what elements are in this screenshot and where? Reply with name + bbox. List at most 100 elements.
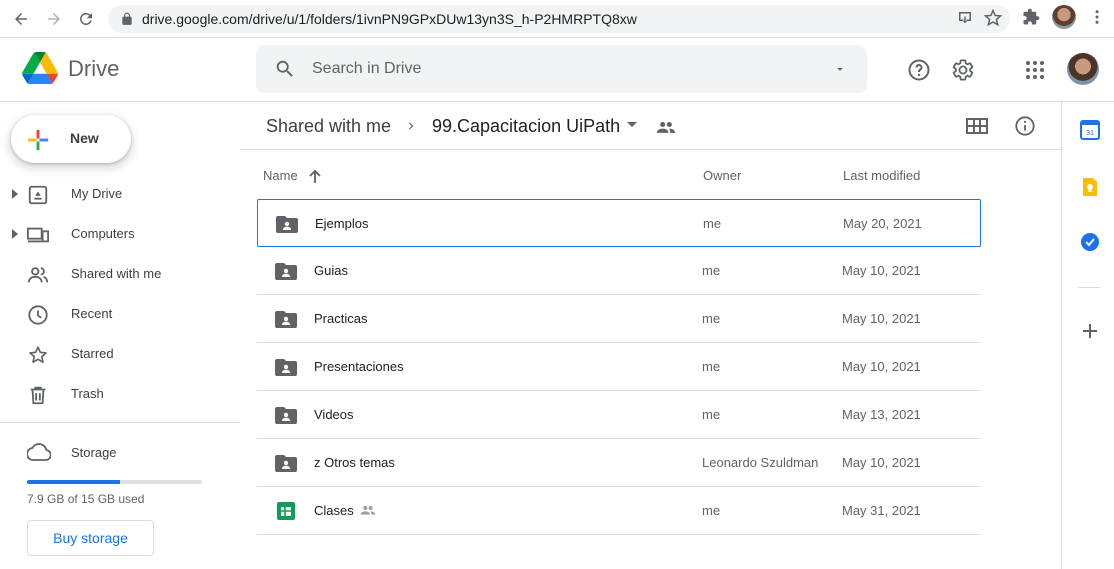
search-input[interactable] xyxy=(312,55,792,83)
file-owner: me xyxy=(702,359,721,374)
file-last-modified: May 10, 2021 xyxy=(842,455,921,470)
shared-folder-icon xyxy=(275,455,297,472)
file-last-modified: May 10, 2021 xyxy=(842,311,921,326)
settings-icon[interactable] xyxy=(951,58,975,82)
sidebar-item-label: Starred xyxy=(71,346,114,361)
cloud-icon xyxy=(27,443,51,461)
shared-folder-icon xyxy=(276,216,298,233)
breadcrumb-current-folder[interactable]: 99.Capacitacion UiPath xyxy=(432,116,620,137)
star-icon xyxy=(29,346,47,363)
file-last-modified: May 10, 2021 xyxy=(842,359,921,374)
file-owner: me xyxy=(702,311,721,326)
svg-text:31: 31 xyxy=(1086,130,1094,137)
table-row[interactable]: z Otros temas Leonardo Szuldman May 10, … xyxy=(257,439,981,487)
account-avatar[interactable] xyxy=(1067,53,1099,85)
sidebar-item-trash[interactable]: Trash xyxy=(0,378,232,410)
sidebar-item-label: My Drive xyxy=(71,186,123,201)
arrow-left-icon xyxy=(15,13,27,25)
storage-usage-text: 7.9 GB of 15 GB used xyxy=(27,492,145,506)
expand-caret-icon[interactable] xyxy=(11,189,19,199)
table-row[interactable]: Practicas me May 10, 2021 xyxy=(257,295,981,343)
extensions-icon[interactable] xyxy=(1022,8,1040,26)
lock-icon xyxy=(122,12,132,25)
sidebar-item-recent[interactable]: Recent xyxy=(0,298,232,330)
sidebar-item-my-drive[interactable]: My Drive xyxy=(0,178,232,210)
search-options-icon[interactable] xyxy=(833,62,847,76)
file-name: Videos xyxy=(314,407,354,422)
reload-button[interactable] xyxy=(70,3,102,35)
tasks-icon[interactable] xyxy=(1080,232,1100,252)
arrow-right-icon xyxy=(48,13,60,25)
sidebar: New My Drive Computers Shared with me Re… xyxy=(0,102,240,569)
browser-toolbar: drive.google.com/drive/u/1/folders/1ivnP… xyxy=(0,0,1114,38)
reload-icon xyxy=(79,12,92,25)
shared-folder-icon xyxy=(275,311,297,328)
storage-usage-fill xyxy=(27,480,120,484)
sidebar-item-label: Shared with me xyxy=(71,266,162,281)
column-header-name[interactable]: Name xyxy=(263,168,298,183)
info-icon[interactable] xyxy=(1014,115,1036,137)
column-header-owner: Owner xyxy=(703,168,742,183)
sidebar-item-computers[interactable]: Computers xyxy=(0,218,232,250)
url-text: drive.google.com/drive/u/1/folders/1ivnP… xyxy=(142,11,637,27)
table-row[interactable]: Guias me May 10, 2021 xyxy=(257,247,981,295)
new-button[interactable]: New xyxy=(11,115,131,163)
apps-grid-icon[interactable] xyxy=(1023,58,1047,82)
sidebar-item-label: Trash xyxy=(71,386,104,401)
computers-icon xyxy=(27,227,49,243)
calendar-icon[interactable]: 31 xyxy=(1080,120,1100,140)
star-bookmark-icon[interactable] xyxy=(984,9,1002,27)
file-name: Practicas xyxy=(314,311,368,326)
forward-button[interactable] xyxy=(38,3,70,35)
app-name: Drive xyxy=(68,56,120,81)
drive-header: Drive xyxy=(0,38,1114,102)
side-panel-divider xyxy=(1078,287,1100,288)
file-name: Ejemplos xyxy=(315,216,369,231)
file-owner: Leonardo Szuldman xyxy=(702,455,819,470)
people-icon xyxy=(27,267,49,283)
table-row[interactable]: Ejemplos me May 20, 2021 xyxy=(257,199,981,247)
file-last-modified: May 31, 2021 xyxy=(842,503,921,518)
shared-folder-icon xyxy=(275,407,297,424)
shared-folder-icon xyxy=(275,263,297,280)
storage-usage-bar xyxy=(27,480,202,484)
table-row[interactable]: Clases me May 31, 2021 xyxy=(257,487,981,535)
keep-icon[interactable] xyxy=(1080,177,1100,197)
table-row[interactable]: Presentaciones me May 10, 2021 xyxy=(257,343,981,391)
folder-menu-dropdown-icon[interactable] xyxy=(627,122,637,128)
file-owner: me xyxy=(702,503,721,518)
table-row[interactable]: Videos me May 13, 2021 xyxy=(257,391,981,439)
expand-caret-icon[interactable] xyxy=(11,229,19,239)
drive-logo-icon[interactable] xyxy=(22,52,58,84)
file-name: z Otros temas xyxy=(314,455,395,470)
address-bar[interactable]: drive.google.com/drive/u/1/folders/1ivnP… xyxy=(108,5,1010,33)
clock-icon xyxy=(28,305,48,325)
trash-icon xyxy=(30,386,46,405)
shared-people-icon[interactable] xyxy=(656,120,676,134)
search-icon[interactable] xyxy=(274,58,296,80)
file-last-modified: May 10, 2021 xyxy=(842,263,921,278)
file-owner: me xyxy=(703,216,722,231)
new-button-label: New xyxy=(70,130,99,146)
file-name: Guias xyxy=(314,263,348,278)
sidebar-item-shared-with-me[interactable]: Shared with me xyxy=(0,258,232,290)
arrow-up-icon[interactable] xyxy=(309,170,321,184)
back-button[interactable] xyxy=(5,3,37,35)
more-vert-icon[interactable] xyxy=(1088,8,1106,26)
search-box[interactable] xyxy=(256,45,867,93)
add-addon-icon[interactable] xyxy=(1080,321,1100,341)
storage-label[interactable]: Storage xyxy=(71,445,117,460)
browser-profile-avatar[interactable] xyxy=(1052,5,1076,29)
column-header-last-modified[interactable]: Last modified xyxy=(843,168,920,183)
sidebar-item-starred[interactable]: Starred xyxy=(0,338,232,370)
grid-view-icon[interactable] xyxy=(966,116,988,136)
help-icon[interactable] xyxy=(907,58,931,82)
install-icon[interactable] xyxy=(956,9,974,27)
file-last-modified: May 13, 2021 xyxy=(842,407,921,422)
breadcrumb-root[interactable]: Shared with me xyxy=(266,116,391,137)
shared-people-icon xyxy=(360,506,376,515)
buy-storage-button[interactable]: Buy storage xyxy=(27,520,154,556)
chevron-right-icon xyxy=(409,122,414,130)
plus-icon xyxy=(27,129,49,151)
file-owner: me xyxy=(702,263,721,278)
